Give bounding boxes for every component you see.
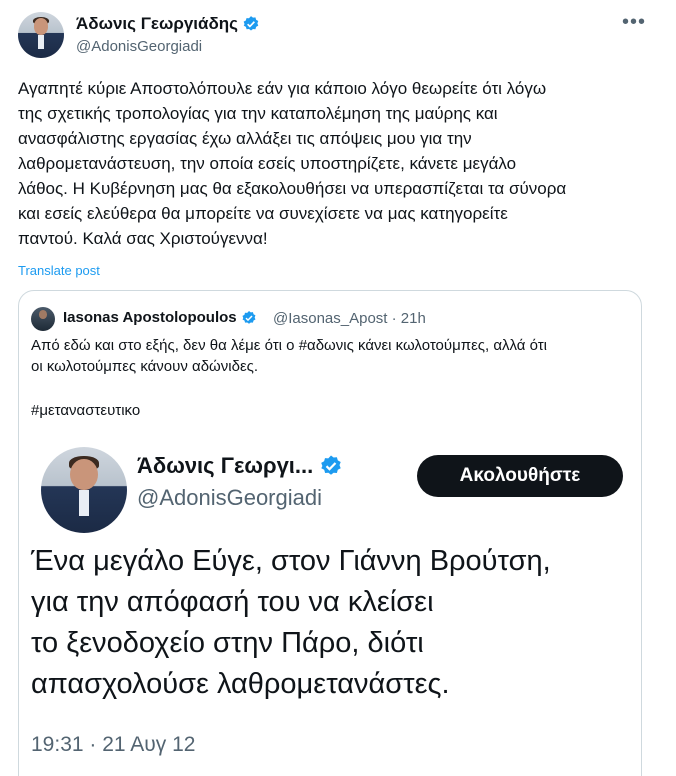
screenshot-avatar [41, 447, 127, 533]
author-avatar[interactable] [18, 12, 64, 58]
quote-author-name[interactable]: Iasonas Apostolopoulos [63, 309, 237, 326]
quote-hashtag[interactable]: #μεταναστευτικο [31, 402, 140, 419]
verified-badge-icon [321, 455, 341, 475]
verified-badge-icon [242, 310, 256, 324]
screenshot-author-row: Άδωνις Γεωργι... [137, 453, 343, 479]
follow-button: Ακολουθήστε [417, 455, 623, 497]
quote-text: Από εδώ και στο εξής, δεν θα λέμε ότι ο … [31, 337, 547, 375]
screenshot-text: Ένα μεγάλο Εύγε, στον Γιάννη Βρούτση, γι… [31, 545, 551, 700]
quote-avatar[interactable] [31, 307, 55, 331]
tweet-card: Άδωνις Γεωργιάδης @AdonisGeorgiadi ••• Α… [0, 0, 676, 776]
quote-author-handle[interactable]: @Iasonas_Apost · 21h [273, 310, 426, 327]
more-icon[interactable]: ••• [622, 12, 646, 32]
embedded-screenshot[interactable]: Άδωνις Γεωργι... @AdonisGeorgiadi Ακολου… [19, 441, 641, 776]
screenshot-author-name: Άδωνις Γεωργι... [137, 453, 314, 478]
author-name[interactable]: Άδωνις Γεωργιάδης [76, 14, 238, 34]
author-handle[interactable]: @AdonisGeorgiadi [76, 38, 202, 55]
tweet-text: Αγαπητέ κύριε Αποστολόπουλε εάν για κάπο… [18, 79, 567, 248]
screenshot-author-handle: @AdonisGeorgiadi [137, 485, 322, 510]
verified-badge-icon [243, 16, 259, 31]
screenshot-timestamp: 19:31 · 21 Αυγ 12 [31, 733, 196, 756]
author-name-row[interactable]: Άδωνις Γεωργιάδης [76, 14, 260, 34]
quoted-tweet[interactable]: Iasonas Apostolopoulos @Iasonas_Apost · … [18, 290, 642, 776]
quote-author-row[interactable]: Iasonas Apostolopoulos [63, 309, 257, 326]
translate-link[interactable]: Translate post [18, 263, 100, 278]
